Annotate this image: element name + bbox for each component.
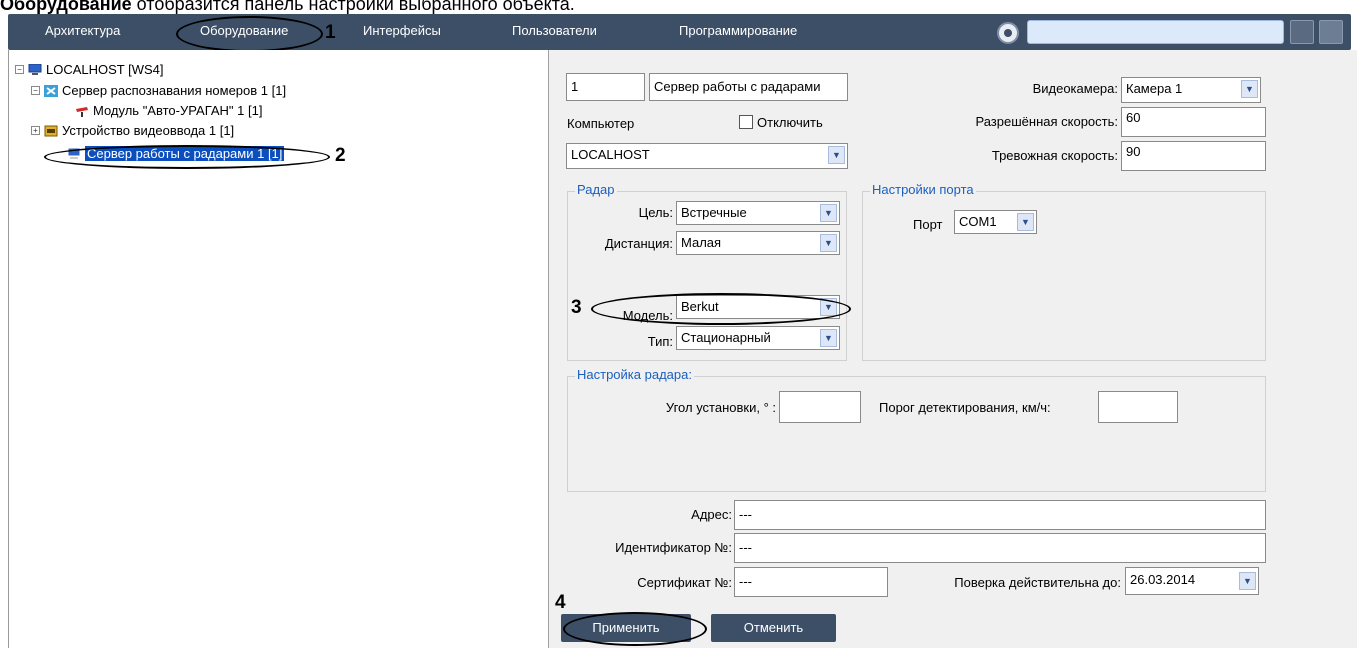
object-name-field[interactable]: Сервер работы с радарами (649, 73, 848, 101)
computer-select[interactable]: LOCALHOST ▼ (566, 143, 848, 169)
threshold-input[interactable] (1098, 391, 1178, 423)
allowed-speed-label: Разрешённая скорость: (975, 114, 1118, 129)
caption-text: отобразится панель настройки выбранного … (131, 0, 575, 14)
address-label: Адрес: (691, 507, 732, 522)
tree-root-localhost[interactable]: − LOCALHOST [WS4] (15, 62, 164, 77)
camera-select[interactable]: Камера 1 ▼ (1121, 77, 1261, 103)
radar-group-title: Радар (575, 182, 617, 197)
distance-value: Малая (681, 235, 722, 250)
tab-interfaces[interactable]: Интерфейсы (363, 23, 441, 38)
chevron-down-icon[interactable]: ▼ (1017, 213, 1034, 231)
expand-toggle[interactable]: + (31, 126, 40, 135)
verification-label: Поверка действительна до: (954, 575, 1121, 590)
port-group-title: Настройки порта (870, 182, 976, 197)
object-tree: − LOCALHOST [WS4] − Сервер распознавания… (8, 50, 549, 648)
cancel-button[interactable]: Отменить (711, 614, 836, 642)
alarm-speed-input[interactable]: 90 (1121, 141, 1266, 171)
tree-item-label: Модуль "Авто-УРАГАН" 1 [1] (93, 103, 263, 118)
annotation-number-1: 1 (325, 22, 336, 43)
search-input[interactable] (1027, 20, 1284, 44)
collapse-toggle[interactable]: − (15, 65, 24, 74)
camera-module-icon (76, 106, 88, 117)
angle-input[interactable] (779, 391, 861, 423)
radar-setup-group-title: Настройка радара: (575, 367, 694, 382)
chevron-down-icon[interactable]: ▼ (1241, 80, 1258, 98)
target-select[interactable]: Встречные ▼ (676, 201, 840, 225)
annotation-number-2: 2 (335, 145, 346, 166)
type-value: Стационарный (681, 330, 771, 345)
tree-item-video-input[interactable]: + Устройство видеоввода 1 [1] (31, 123, 234, 138)
chevron-down-icon[interactable]: ▼ (820, 329, 837, 347)
camera-label: Видеокамера: (1032, 81, 1118, 96)
annotation-ring-4 (563, 612, 707, 646)
recognition-server-icon (44, 84, 58, 97)
settings-panel: 1 Сервер работы с радарами Компьютер Отк… (548, 50, 1357, 648)
certificate-input[interactable]: --- (734, 567, 888, 597)
video-device-icon (44, 125, 58, 136)
identifier-label: Идентификатор №: (615, 540, 732, 555)
chevron-down-icon[interactable]: ▼ (828, 146, 845, 164)
tree-item-plate-recognition[interactable]: − Сервер распознавания номеров 1 [1] (31, 83, 286, 98)
tab-architecture[interactable]: Архитектура (45, 23, 120, 38)
port-select[interactable]: COM1 ▼ (954, 210, 1037, 234)
caption-bold: Оборудование (0, 0, 132, 14)
tab-programming[interactable]: Программирование (679, 23, 797, 38)
tree-root-label: LOCALHOST [WS4] (46, 62, 164, 77)
object-id-field[interactable]: 1 (566, 73, 645, 101)
layout-grid-icon[interactable] (1290, 20, 1314, 44)
port-label: Порт (913, 217, 943, 232)
angle-label: Угол установки, ° : (665, 400, 776, 415)
chevron-down-icon[interactable]: ▼ (820, 204, 837, 222)
checkbox-box[interactable] (739, 115, 753, 129)
page-caption: Оборудование отобразится панель настройк… (0, 0, 575, 15)
computer-label: Компьютер (567, 116, 635, 131)
tree-item-label: Устройство видеоввода 1 [1] (62, 123, 235, 138)
certificate-label: Сертификат №: (637, 575, 732, 590)
alarm-speed-label: Тревожная скорость: (991, 148, 1118, 163)
tree-item-avto-uragan[interactable]: Модуль "Авто-УРАГАН" 1 [1] (75, 103, 262, 118)
verification-value: 26.03.2014 (1130, 572, 1196, 587)
disable-label: Отключить (757, 115, 823, 130)
target-value: Встречные (681, 205, 747, 220)
camera-value: Камера 1 (1126, 81, 1183, 96)
menu-list-icon[interactable] (1319, 20, 1343, 44)
annotation-number-3: 3 (571, 297, 582, 318)
target-label: Цель: (638, 205, 673, 220)
chevron-down-icon[interactable]: ▼ (820, 234, 837, 252)
annotation-number-4: 4 (555, 592, 566, 613)
address-input[interactable]: --- (734, 500, 1266, 530)
identifier-input[interactable]: --- (734, 533, 1266, 563)
allowed-speed-input[interactable]: 60 (1121, 107, 1266, 137)
verification-date-picker[interactable]: 26.03.2014 ▼ (1125, 567, 1259, 595)
distance-select[interactable]: Малая ▼ (676, 231, 840, 255)
tree-item-label: Сервер распознавания номеров 1 [1] (62, 83, 287, 98)
computer-value: LOCALHOST (571, 147, 650, 162)
annotation-ring-3 (591, 293, 851, 325)
type-label: Тип: (647, 334, 673, 349)
collapse-toggle[interactable]: − (31, 86, 40, 95)
computer-icon (28, 63, 42, 75)
distance-label: Дистанция: (604, 236, 673, 251)
settings-gear-icon[interactable] (997, 22, 1019, 44)
type-select[interactable]: Стационарный ▼ (676, 326, 840, 350)
port-value: COM1 (959, 214, 997, 229)
disable-checkbox[interactable]: Отключить (739, 115, 823, 130)
annotation-ring-1 (176, 16, 323, 52)
threshold-label: Порог детектирования, км/ч: (879, 400, 1051, 415)
annotation-ring-2 (44, 145, 330, 169)
chevron-down-icon[interactable]: ▼ (1239, 572, 1256, 590)
tab-users[interactable]: Пользователи (512, 23, 597, 38)
